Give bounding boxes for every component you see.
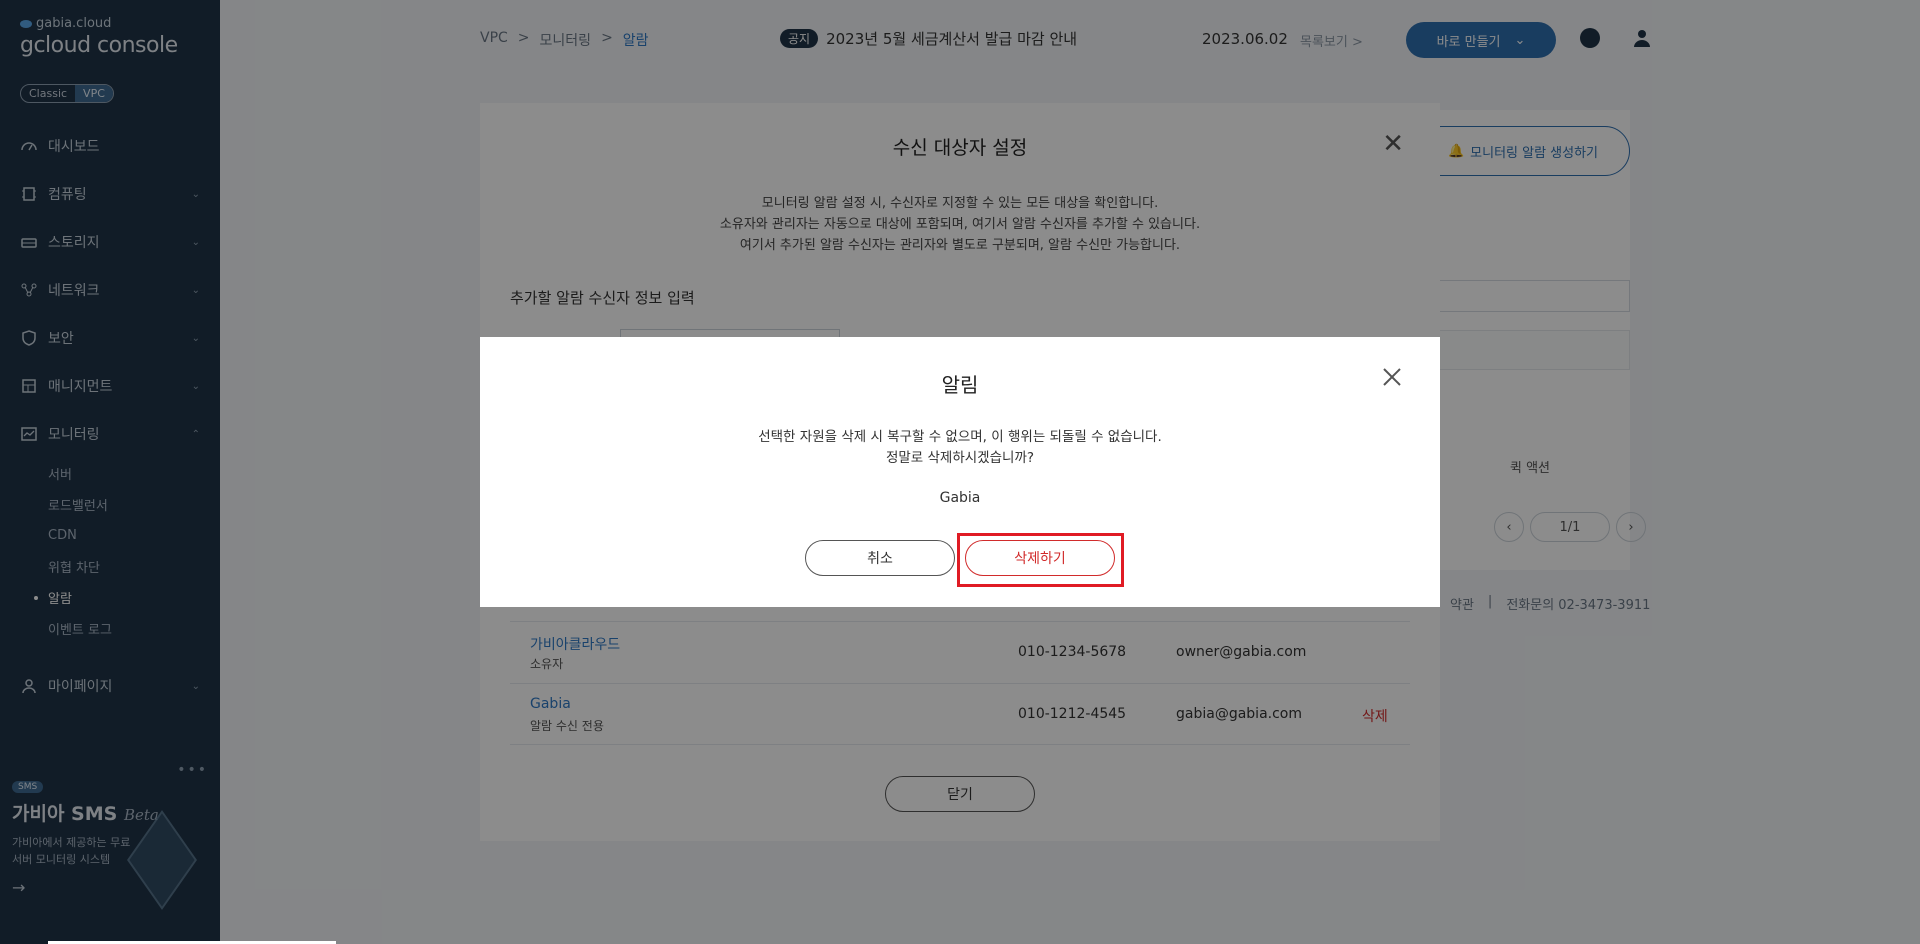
delete-button-highlight <box>957 533 1124 587</box>
cancel-button[interactable]: 취소 <box>805 540 955 576</box>
close-icon[interactable] <box>1380 365 1404 389</box>
alert-title: 알림 <box>941 373 979 397</box>
alert-message: 선택한 자원을 삭제 시 복구할 수 없으며, 이 행위는 되돌릴 수 없습니다… <box>758 429 1162 466</box>
resource-name: Gabia <box>939 490 981 506</box>
